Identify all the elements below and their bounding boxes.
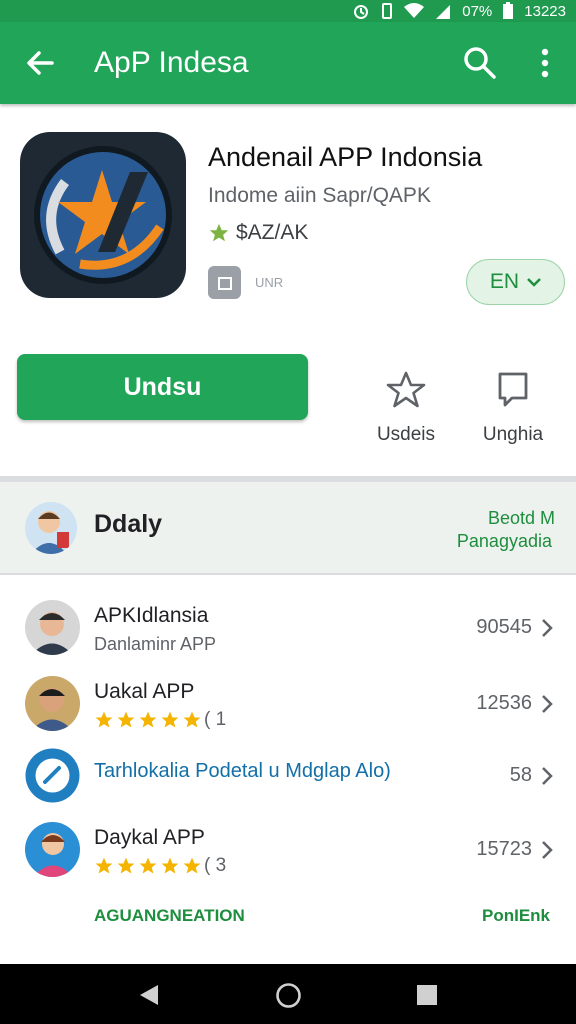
price-label: $AZ/AK xyxy=(236,221,309,244)
list-item[interactable]: Daykal APP ( 3 15723 xyxy=(0,822,576,896)
review-action[interactable]: Unghia xyxy=(468,370,558,446)
rating-stars: ( 1 xyxy=(94,709,226,731)
avatar xyxy=(25,502,77,554)
app-icon xyxy=(20,132,186,298)
battery-icon xyxy=(503,2,514,19)
battery-percent: 07% xyxy=(462,2,493,20)
content-rating-badge xyxy=(208,266,241,299)
star-icon xyxy=(161,857,179,874)
alarm-icon xyxy=(354,5,369,19)
avatar xyxy=(25,822,80,877)
star-outline-icon xyxy=(386,371,426,408)
chevron-right-icon xyxy=(542,841,553,859)
status-icons: 07% 13223 xyxy=(352,2,566,20)
star-icon xyxy=(139,857,157,874)
list-item-count: 12536 xyxy=(476,692,532,714)
rating-stars: ( 3 xyxy=(94,855,226,877)
list-item[interactable]: APKIdlansia Danlaminr APP 90545 xyxy=(0,600,576,674)
avatar xyxy=(25,748,80,803)
list-item-title: Uakal APP xyxy=(94,680,195,703)
vibrate-icon xyxy=(382,3,393,19)
nav-back-icon[interactable] xyxy=(136,982,162,1008)
content-badges: UNR xyxy=(208,266,283,299)
daily-link-1[interactable]: Beotd M xyxy=(488,508,555,529)
back-arrow-icon[interactable] xyxy=(22,45,58,81)
language-chip[interactable]: EN xyxy=(466,259,565,305)
wifi-icon xyxy=(404,3,425,18)
star-icon xyxy=(183,857,201,874)
content-rating-icon xyxy=(217,276,232,290)
price-row: $AZ/AK xyxy=(208,221,308,245)
avatar xyxy=(25,676,80,731)
list-item-count: 90545 xyxy=(476,616,532,638)
star-icon xyxy=(139,711,157,728)
list-item-link[interactable]: Tarhlokalia Podetal u Mdglap Alo) xyxy=(94,760,391,783)
list-item-title: APKIdlansia xyxy=(94,604,209,627)
star-icon xyxy=(183,711,201,728)
daily-label: Ddaly xyxy=(94,510,163,538)
star-icon xyxy=(95,857,113,874)
more-vert-icon[interactable] xyxy=(530,43,560,83)
list-item[interactable]: Tarhlokalia Podetal u Mdglap Alo) 58 xyxy=(0,748,576,822)
star-icon xyxy=(117,711,135,728)
footer-link-left[interactable]: AGUANGNEATION xyxy=(94,906,245,926)
daily-link-2[interactable]: Panagyadia xyxy=(457,531,552,552)
badge-text: UNR xyxy=(255,275,284,290)
review-label: Unghia xyxy=(482,424,544,445)
comment-icon xyxy=(498,372,528,407)
daily-section[interactable]: Ddaly Beotd M Panagyadia xyxy=(0,482,576,575)
list-item-count: 58 xyxy=(509,764,532,786)
status-bar: 07% 13223 xyxy=(0,0,576,22)
chevron-down-icon xyxy=(527,278,541,287)
list-item[interactable]: Uakal APP ( 1 12536 xyxy=(0,676,576,750)
chevron-right-icon xyxy=(542,619,553,637)
signal-icon xyxy=(436,5,451,19)
star-icon xyxy=(209,223,229,242)
nav-home-icon[interactable] xyxy=(275,982,302,1009)
nav-recents-icon[interactable] xyxy=(415,983,439,1007)
chevron-right-icon xyxy=(542,767,553,785)
app-developer[interactable]: Indome aiin Sapr/QAPK xyxy=(208,182,431,210)
list-item-count: 15723 xyxy=(476,838,532,860)
page-title: ApP Indesa xyxy=(94,46,249,79)
avatar xyxy=(25,600,80,655)
clock: 13223 xyxy=(524,2,566,20)
search-icon[interactable] xyxy=(460,43,500,83)
wishlist-label: Usdeis xyxy=(376,424,436,445)
wishlist-action[interactable]: Usdeis xyxy=(361,370,451,446)
app-bar: ApP Indesa xyxy=(0,22,576,104)
app-name: Andenail APP Indonsia xyxy=(208,142,483,172)
star-icon xyxy=(161,711,179,728)
system-nav-bar xyxy=(0,964,576,1024)
chevron-right-icon xyxy=(542,695,553,713)
language-label: EN xyxy=(489,270,520,293)
rating-suffix: ( 3 xyxy=(204,855,227,876)
star-icon xyxy=(95,711,113,728)
list-item-subtitle: Danlaminr APP xyxy=(94,634,217,654)
install-button[interactable]: Undsu xyxy=(17,354,308,420)
footer-link-right[interactable]: PonIEnk xyxy=(482,906,550,926)
star-icon xyxy=(117,857,135,874)
rating-suffix: ( 1 xyxy=(204,709,227,730)
list-item-title: Daykal APP xyxy=(94,826,205,849)
